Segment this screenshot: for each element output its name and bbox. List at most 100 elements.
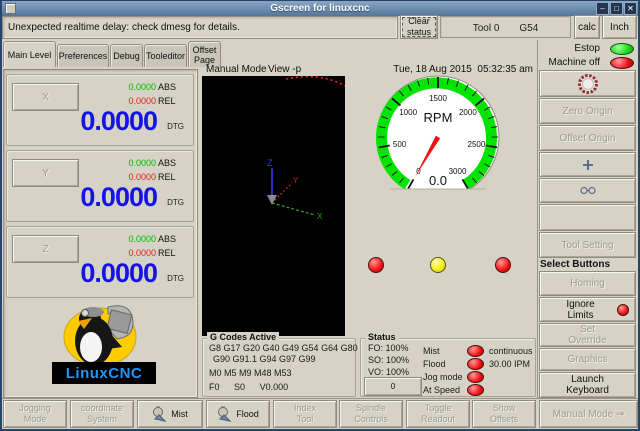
feed-override: FO: 100% [368,343,409,353]
machine-off-led[interactable] [610,57,634,69]
status-frame-title: Status [365,332,399,342]
svg-text:500: 500 [393,140,407,149]
y-rel-value: 0.0000 [86,172,156,182]
axis-y-button[interactable]: Y [12,159,79,187]
logo-area: LinuxCNC [6,301,194,395]
move-cross-icon-button[interactable] [539,152,636,177]
jog-increment-button[interactable]: 0 [364,377,422,396]
units-button[interactable]: Inch [602,15,637,39]
tool-setting-button[interactable]: Tool Setting [539,232,636,258]
dtg-label: DTG [167,198,184,207]
jogging-mode-button[interactable]: Jogging Mode [3,400,67,428]
bottom-row-separator [2,398,638,399]
gauge-title: RPM [424,110,453,125]
at-speed-label: At Speed [423,385,460,395]
linuxcnc-logo [48,301,152,367]
abs-label: ABS [158,82,184,92]
tab-main-level[interactable]: Main Level [3,41,56,67]
s-word: S0 [234,382,245,392]
statusbar-message-box: Unexpected realtime delay: check dmesg f… [2,16,398,39]
clear-status-button[interactable]: Clear status [400,15,438,39]
spindle-controls-button[interactable]: Spindle Controls [339,400,403,428]
axis-frame-y: Y 0.0000 ABS 0.0000 REL 0.0000 DTG [6,150,194,222]
offset-origin-button[interactable]: Offset Origin [539,125,636,151]
gremlin-preview[interactable]: Z Y X [202,76,345,336]
blank-button[interactable] [539,204,636,231]
gcodes-frame-title: G Codes Active [207,332,279,342]
set-override-button[interactable]: Set Override [539,323,636,347]
glasses-icon-button[interactable] [539,178,636,203]
close-button[interactable]: ✕ [624,2,637,15]
x-abs-value: 0.0000 [86,82,156,92]
gcodes-line2: G90 G91.1 G94 G97 G99 [213,354,316,364]
coordinate-system-button[interactable]: coordinate System [70,400,134,428]
dtg-label: DTG [167,122,184,131]
axis-x-button[interactable]: X [12,83,79,111]
show-offsets-label: Show Offsets [484,403,524,425]
mist-spray-icon [152,406,167,422]
tool-status-box: Tool 0 G54 [440,16,571,38]
titlebar[interactable]: Gscreen for linuxcnc – □ ✕ [2,1,638,16]
zero-origin-button[interactable]: Zero Origin [539,98,636,124]
abs-label: ABS [158,158,184,168]
mist-label: Mist [423,346,440,356]
flood-led[interactable] [467,358,484,370]
graphics-button[interactable]: Graphics [539,348,636,371]
ignore-limits-button[interactable]: Ignore Limits [539,297,636,322]
logo-caption: LinuxCNC [66,365,143,382]
spindle-stop-led[interactable] [430,257,446,273]
x-rel-value: 0.0000 [86,96,156,106]
tab-preferences[interactable]: Preferences [57,44,109,67]
v-word: V0.000 [260,382,289,392]
statusbar-message: Unexpected realtime delay: check dmesg f… [3,22,240,33]
rel-label: REL [158,248,184,258]
manual-mode-button[interactable]: Manual Mode ⇒ [539,400,638,428]
estop-led[interactable] [610,43,634,55]
flood-label: Flood [423,359,446,369]
y-abs-value: 0.0000 [86,158,156,168]
axis-z-button[interactable]: Z [12,235,79,263]
tab-tooleditor[interactable]: Tooleditor [144,44,187,67]
mode-label: Manual Mode [206,64,267,75]
calc-button[interactable]: calc [574,15,600,39]
minimize-button[interactable]: – [596,2,609,15]
preview-graphics: Z Y X [202,76,345,336]
mist-led[interactable] [467,345,484,357]
svg-text:2000: 2000 [459,108,477,117]
toggle-readout-button[interactable]: Toggle Readout [406,400,470,428]
move-cross-icon [582,159,594,171]
maximize-button[interactable]: □ [610,2,623,15]
index-tool-button[interactable]: Index Tool [273,400,337,428]
flood-spray-icon [217,406,232,422]
coordinate-system-label: coordinate System [73,403,131,425]
spindle-left-led[interactable] [368,257,384,273]
jog-mode-value: continuous [489,346,533,356]
estop-label: Estop [505,43,600,54]
y-dtg-value: 0.0000 [80,182,157,213]
flood-button[interactable]: Flood [206,400,270,428]
z-axis-label: Z [267,158,273,168]
toolpath-arc [286,77,345,86]
x-axis-line [272,203,315,215]
homing-button[interactable]: Homing [539,271,636,296]
logo-caption-box: LinuxCNC [52,362,156,384]
show-offsets-button[interactable]: Show Offsets [472,400,536,428]
abs-label: ABS [158,234,184,244]
spindle-controls-label: Spindle Controls [348,403,394,425]
axis-frame-x: X 0.0000 ABS 0.0000 REL 0.0000 DTG [6,74,194,146]
at-speed-led[interactable] [467,384,484,396]
clock-icon-button[interactable] [539,70,636,97]
spindle-override: SO: 100% [368,355,409,365]
spindle-right-led[interactable] [495,257,511,273]
x-axis-label: X [317,212,323,221]
jog-mode-led[interactable] [467,371,484,383]
launch-keyboard-button[interactable]: Launch Keyboard [539,372,636,398]
tab-debug[interactable]: Debug [110,44,143,67]
launch-keyboard-label: Launch Keyboard [560,374,616,396]
rel-label: REL [158,172,184,182]
jog-speed-value: 30.00 IPM [489,359,530,369]
fsv-line: F0 S0 V0.000 [209,382,288,392]
mist-button[interactable]: Mist [137,400,203,428]
jog-mode-label: Jog mode [423,372,463,382]
view-label: View -p [268,64,301,75]
